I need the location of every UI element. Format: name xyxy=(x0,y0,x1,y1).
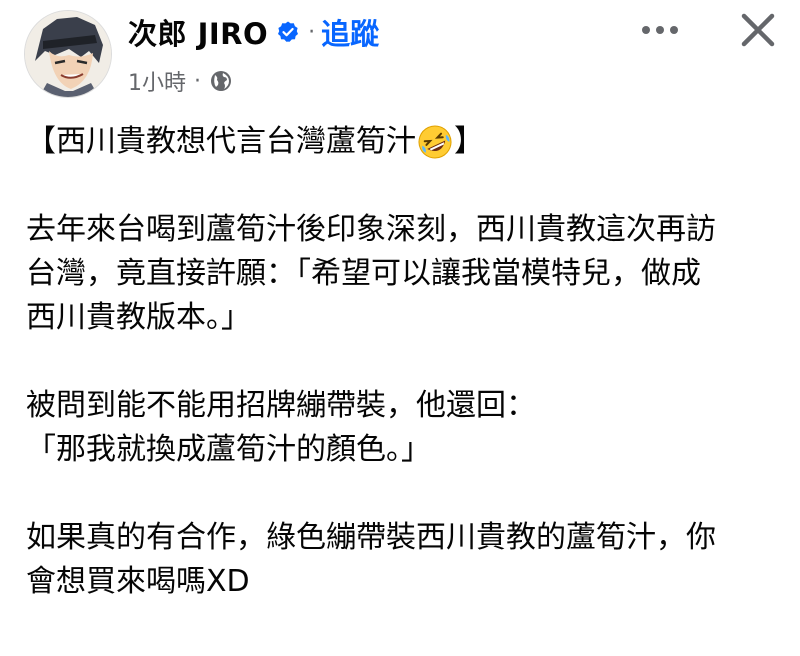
post-body: 【西川貴教想代言台灣蘆筍汁 】 去年來台喝到蘆筍汁後印象深刻，西川貴教這次再訪 … xyxy=(26,120,786,604)
post-timestamp[interactable]: 1小時 xyxy=(128,65,186,97)
avatar[interactable] xyxy=(24,10,112,98)
close-icon xyxy=(741,13,775,47)
rolling-on-floor-laughing-emoji-icon xyxy=(417,124,453,160)
post-title-text: 【西川貴教想代言台灣蘆筍汁 xyxy=(26,124,416,159)
post-paragraph-2: 被問到能不能用招牌繃帶裝，他還回： 「那我就換成蘆筍汁的顏色。」 xyxy=(26,388,536,467)
more-options-button[interactable] xyxy=(632,14,688,46)
post-title: 【西川貴教想代言台灣蘆筍汁 】 xyxy=(26,120,786,164)
post-paragraph-1: 去年來台喝到蘆筍汁後印象深刻，西川貴教這次再訪 台灣，竟直接許願：「希望可以讓我… xyxy=(26,212,716,335)
meta-separator: · xyxy=(194,68,201,94)
author-separator: · xyxy=(308,19,316,45)
author-line: 次郎 JIRO · 追蹤 xyxy=(128,10,379,54)
author-name[interactable]: 次郎 JIRO xyxy=(128,11,268,53)
post-header: 次郎 JIRO · 追蹤 1小時 · xyxy=(0,0,800,110)
post-title-close: 】 xyxy=(454,124,484,159)
close-button[interactable] xyxy=(730,8,786,52)
verified-badge-icon xyxy=(276,20,300,44)
post-meta: 1小時 · xyxy=(128,64,233,98)
post-paragraph-3: 如果真的有合作，綠色繃帶裝西川貴教的蘆筍汁，你 會想買來喝嗎XD xyxy=(26,520,716,599)
avatar-illustration xyxy=(25,11,111,97)
more-icon xyxy=(642,26,678,34)
follow-button[interactable]: 追蹤 xyxy=(321,11,379,53)
globe-icon[interactable] xyxy=(209,69,233,93)
